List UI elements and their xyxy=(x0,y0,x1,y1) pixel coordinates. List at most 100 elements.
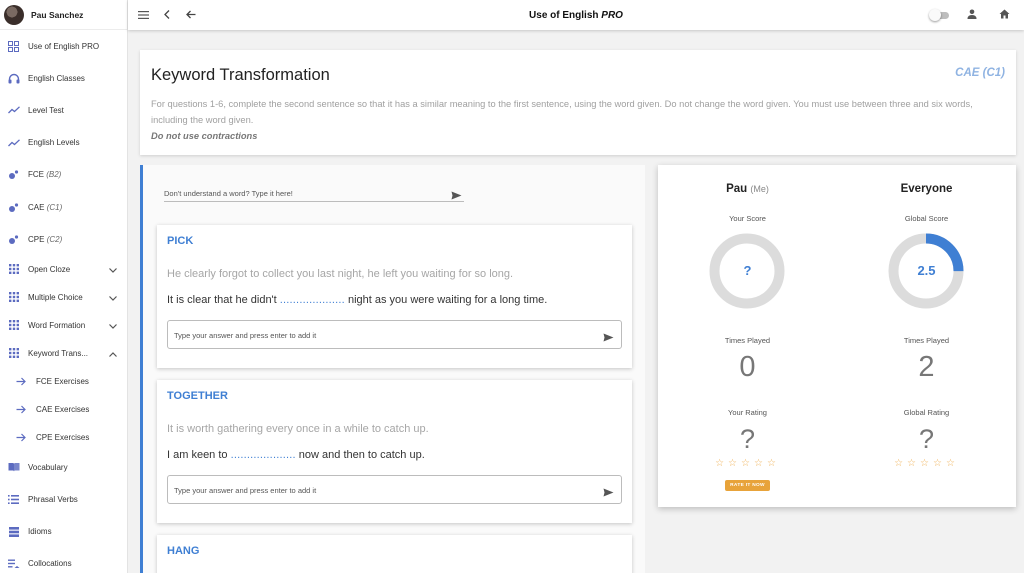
dots-icon xyxy=(7,201,20,214)
topbar-actions xyxy=(928,3,1016,27)
level-badge: CAE (C1) xyxy=(955,67,1005,79)
list-icon xyxy=(7,493,20,506)
sidebar-item-idioms[interactable]: Idioms xyxy=(0,516,127,548)
stack-icon xyxy=(7,525,20,538)
rate-it-now-button[interactable]: RATE IT NOW xyxy=(725,480,770,491)
word-lookup-input[interactable] xyxy=(164,184,434,203)
home-button[interactable] xyxy=(992,3,1016,27)
sidebar-item-multiple-choice[interactable]: Multiple Choice xyxy=(0,283,127,311)
word-lookup xyxy=(164,183,464,205)
sidebar-item-label: Collocations xyxy=(28,559,72,569)
sidebar-item-label: CPE (C2) xyxy=(28,234,63,244)
sidebar-item-fce-exercises[interactable]: FCE Exercises xyxy=(0,367,127,395)
sidebar-item-label: Open Cloze xyxy=(28,264,71,274)
send-icon[interactable] xyxy=(603,329,614,347)
sidebar-item-cae[interactable]: CAE (C1) xyxy=(0,191,127,223)
everyone-heading: Everyone xyxy=(900,183,953,195)
stats-card: Pau (Me) Your Score ? Times Played 0 You… xyxy=(658,165,1016,507)
score-value: ? xyxy=(743,263,752,278)
sidebar-item-phrasal-verbs[interactable]: Phrasal Verbs xyxy=(0,484,127,516)
times-played-value: 0 xyxy=(739,351,756,383)
answer-gap: .................... xyxy=(230,449,296,461)
sidebar-item-english-classes[interactable]: English Classes xyxy=(0,62,127,94)
dots-icon xyxy=(7,233,20,246)
arrow-right-icon xyxy=(14,403,27,416)
avatar[interactable] xyxy=(4,4,24,25)
sidebar-item-label: FCE (B2) xyxy=(28,170,62,180)
user-name: Pau Sanchez xyxy=(31,9,84,20)
arrow-right-icon xyxy=(14,431,27,444)
chevron-down-icon[interactable] xyxy=(109,288,117,306)
toggle-switch[interactable] xyxy=(929,9,951,21)
apps-icon xyxy=(7,263,20,276)
question-card: PICK He clearly forgot to collect you la… xyxy=(157,225,632,368)
sidebar-item-label: Keyword Trans... xyxy=(28,348,89,358)
my-stats-column: Pau (Me) Your Score ? Times Played 0 You… xyxy=(658,165,837,507)
times-played-label: Times Played xyxy=(724,336,771,345)
sidebar-item-word-formation[interactable]: Word Formation xyxy=(0,311,127,339)
my-name-heading: Pau (Me) xyxy=(726,183,769,195)
sidebar-item-cpe-exercises[interactable]: CPE Exercises xyxy=(0,423,127,451)
apps-icon xyxy=(7,291,20,304)
sidebar-item-vocabulary[interactable]: Vocabulary xyxy=(0,451,127,483)
chevron-down-icon[interactable] xyxy=(109,316,117,334)
transformed-sentence: It is clear that he didn't .............… xyxy=(167,294,548,306)
book-icon xyxy=(7,461,20,474)
chevron-up-icon[interactable] xyxy=(109,344,117,362)
rating-stars: ☆☆☆☆☆ xyxy=(894,458,959,469)
sidebar-item-label: English Classes xyxy=(28,73,85,83)
chevron-down-icon[interactable] xyxy=(109,260,117,278)
sidebar-item-label: Idioms xyxy=(28,527,52,537)
sidebar-item-label: Use of English PRO xyxy=(28,41,100,51)
page-title: Keyword Transformation xyxy=(151,66,330,84)
global-stats-column: Everyone Global Score 2.5 Times Played 2… xyxy=(837,165,1016,507)
chevron-back-button[interactable] xyxy=(155,3,179,27)
top-app-bar: Use of English PRO xyxy=(128,0,1024,30)
back-button[interactable] xyxy=(179,3,203,27)
account-button[interactable] xyxy=(960,3,984,27)
send-icon[interactable] xyxy=(451,187,462,205)
answer-gap: .................... xyxy=(279,294,345,306)
instructions-text: For questions 1-6, complete the second s… xyxy=(151,99,973,125)
apps-icon xyxy=(7,319,20,332)
times-played-label: Times Played xyxy=(903,336,950,345)
sidebar-item-open-cloze[interactable]: Open Cloze xyxy=(0,255,127,283)
keyword: TOGETHER xyxy=(167,390,228,402)
sidebar-item-level-test[interactable]: Level Test xyxy=(0,94,127,126)
sidebar-item-label: Multiple Choice xyxy=(28,292,83,302)
trending-icon xyxy=(7,104,20,117)
rating-stars[interactable]: ☆☆☆☆☆ xyxy=(658,458,837,469)
sidebar-item-fce[interactable]: FCE (B2) xyxy=(0,159,127,191)
sidebar-item-label: FCE Exercises xyxy=(36,376,89,386)
menu-button[interactable] xyxy=(131,3,155,27)
sidebar-item-use-of-english-pro[interactable]: Use of English PRO xyxy=(0,30,127,62)
rating-label: Your Rating xyxy=(728,408,767,417)
sidebar-item-label: Level Test xyxy=(28,105,64,115)
dots-icon xyxy=(7,168,20,181)
arrow-left-icon xyxy=(186,6,196,24)
original-sentence: He clearly forgot to collect you last ni… xyxy=(167,268,514,280)
score-value: 2.5 xyxy=(917,263,936,278)
sidebar-item-cpe[interactable]: CPE (C2) xyxy=(0,223,127,255)
playlist-icon xyxy=(7,557,20,570)
answer-input[interactable] xyxy=(174,484,574,496)
times-played-value: 2 xyxy=(918,351,935,383)
sidebar-item-keyword-transformation[interactable]: Keyword Trans... xyxy=(0,339,127,367)
keyword: HANG xyxy=(167,545,200,557)
user-profile[interactable]: Pau Sanchez xyxy=(0,0,127,30)
sidebar-item-label: CAE Exercises xyxy=(36,404,90,414)
answer-input[interactable] xyxy=(174,329,574,341)
chevron-left-icon xyxy=(164,6,170,24)
home-icon xyxy=(999,6,1010,24)
sidebar-item-english-levels[interactable]: English Levels xyxy=(0,127,127,159)
theme-toggle[interactable] xyxy=(928,3,952,27)
sidebar-item-collocations[interactable]: Collocations xyxy=(0,548,127,573)
send-icon[interactable] xyxy=(603,484,614,502)
exercise-panel: PICK He clearly forgot to collect you la… xyxy=(140,165,645,573)
score-label: Your Score xyxy=(729,214,766,223)
menu-icon xyxy=(137,6,149,24)
sidebar-item-label: Vocabulary xyxy=(28,462,68,472)
sidebar-item-cae-exercises[interactable]: CAE Exercises xyxy=(0,395,127,423)
transformed-sentence: I am keen to .................... now an… xyxy=(167,449,425,461)
score-label: Global Score xyxy=(904,214,949,223)
